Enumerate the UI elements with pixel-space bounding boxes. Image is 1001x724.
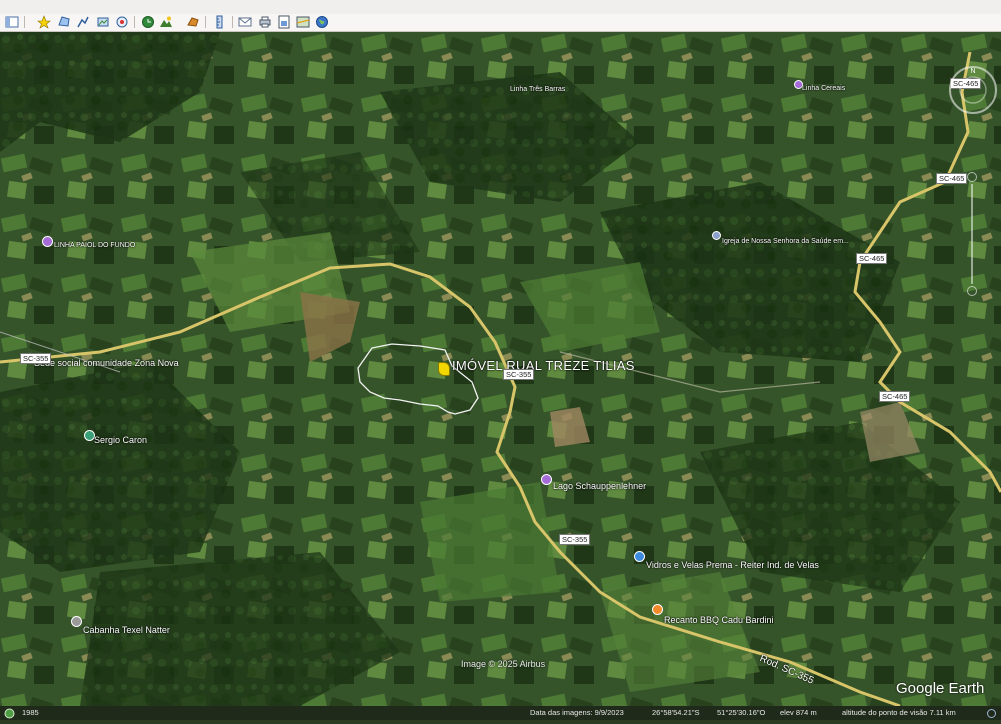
place-label-vidros[interactable]: Vidros e Velas Prema - Reiter Ind. de Ve… [646,560,819,570]
place-label-linha-paiol[interactable]: LINHA PAIOL DO FUNDO [54,241,135,251]
longitude-readout: 51°25'30.16"O [717,708,766,717]
place-label-linha-cereais[interactable]: Linha Cereais [802,84,845,94]
historical-imagery-icon[interactable] [4,706,15,724]
toolbar [0,14,1001,32]
svg-text:N: N [970,68,975,75]
place-label-sergio[interactable]: Sergio Caron [94,435,147,445]
place-label-igreja[interactable]: Igreja de Nossa Senhora da Saúde em... [722,237,849,247]
google-earth-logo: Google Earth [896,680,985,697]
road-shield-sc465: SC-465 [856,253,888,264]
imagery-year: 1985 [22,708,39,717]
place-pin-icon[interactable] [71,616,82,627]
polygon-icon[interactable] [57,15,71,29]
path-icon[interactable] [76,15,90,29]
place-label-recanto[interactable]: Recanto BBQ Cadu Bardini [664,615,774,625]
earth-icon[interactable] [315,15,329,29]
sun-icon[interactable] [159,15,173,29]
property-pin-icon[interactable] [438,362,450,376]
property-label[interactable]: IMÓVEL RUAL TREZE TILIAS [452,359,635,372]
church-pin-icon[interactable] [712,231,721,240]
road-shield-sc355: SC-355 [559,534,591,545]
road-shield-sc465: SC-465 [879,391,911,402]
map-icon[interactable] [296,15,310,29]
overlay-icon[interactable] [96,15,110,29]
eye-altitude-readout: altitude do ponto de visão 7.11 km [842,708,956,717]
imagery-date: Data das imagens: 9/9/2023 [530,708,624,717]
elevation-readout: elev 874 m [780,708,817,717]
place-label-cabanha[interactable]: Cabanha Texel Natter [83,625,170,635]
streaming-indicator-icon [986,706,997,724]
zoom-slider[interactable] [967,172,977,297]
restaurant-pin-icon[interactable] [652,604,663,615]
sidebar-icon[interactable] [5,15,19,29]
clock-icon[interactable] [141,15,155,29]
window-title-bar [0,0,1001,14]
ruler-icon[interactable] [213,15,227,29]
shop-pin-icon[interactable] [634,551,645,562]
status-bar: 1985 Data das imagens: 9/9/2023 26°58'54… [0,706,1001,720]
placemark-icon[interactable] [37,15,51,29]
place-pin-icon[interactable] [541,474,552,485]
place-label-lago[interactable]: Lago Schauppenlehner [553,481,646,491]
place-pin-icon[interactable] [42,236,53,247]
email-icon[interactable] [238,15,252,29]
place-label-sede[interactable]: Sede social comunidade Zona Nova [34,358,179,368]
print-icon[interactable] [258,15,272,29]
road-shield-sc465: SC-465 [936,173,968,184]
image-credit: Image © 2025 Airbus [461,659,546,669]
map-view[interactable]: IMÓVEL RUAL TREZE TILIAS Linha Três Barr… [0,32,1001,706]
place-label-linha-tres-barras[interactable]: Linha Três Barras [510,85,565,95]
navigation-compass-icon[interactable]: N [948,65,998,115]
planet-icon[interactable] [186,15,200,29]
latitude-readout: 26°58'54.21"S [652,708,700,717]
road-shield-sc355: SC-355 [503,369,535,380]
road-shield-sc355: SC-355 [20,353,52,364]
tour-icon[interactable] [115,15,129,29]
save-image-icon[interactable] [277,15,291,29]
